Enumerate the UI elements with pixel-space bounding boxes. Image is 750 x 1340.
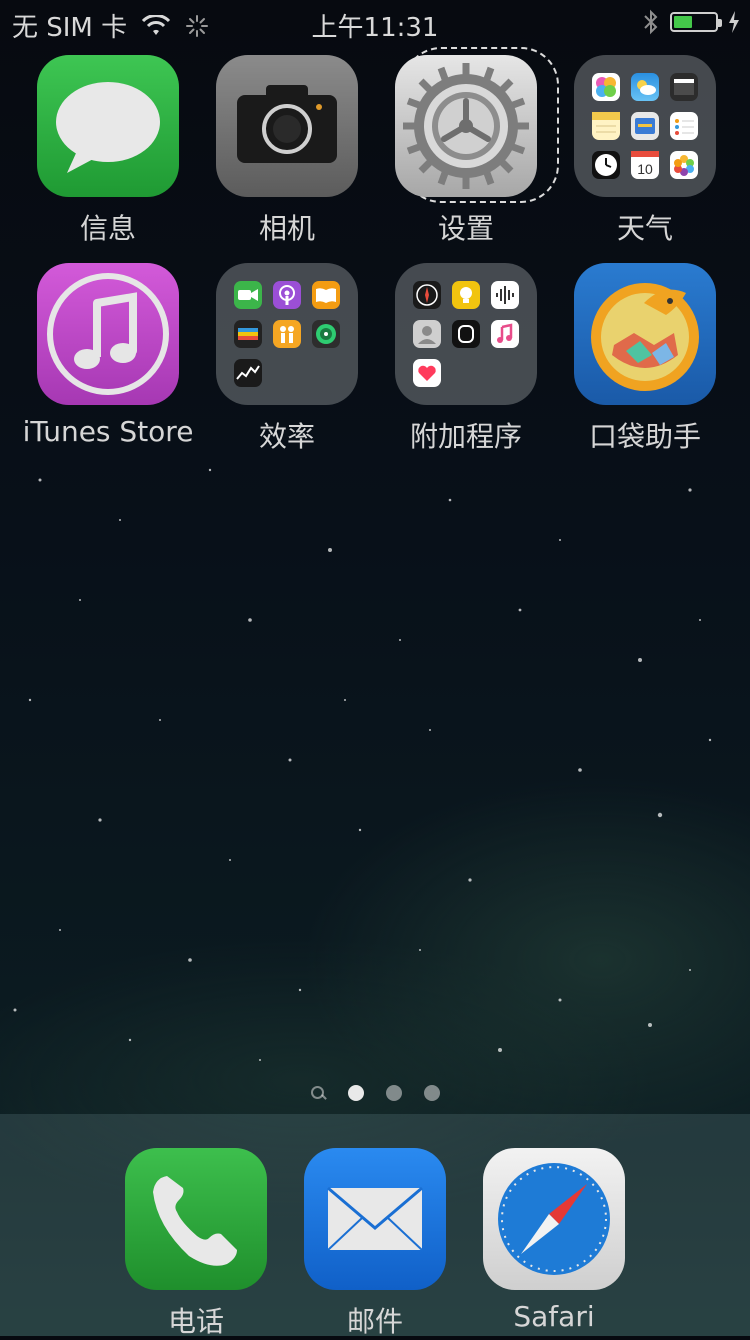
find-friends-mini-icon — [273, 320, 301, 348]
folder-extras[interactable]: 附加程序 — [376, 263, 556, 455]
health-mini-icon — [413, 359, 441, 387]
dock-label-mail: 邮件 — [346, 1305, 403, 1338]
spotlight-search-icon[interactable] — [310, 1085, 326, 1101]
svg-text:10: 10 — [637, 161, 653, 177]
calendar-mini-icon: 10 — [631, 151, 659, 179]
stocks-mini-icon — [234, 359, 262, 387]
app-settings[interactable]: 设置 — [376, 47, 559, 247]
folder-label-productivity: 效率 — [258, 420, 315, 453]
status-time: 上午11:31 — [311, 13, 439, 43]
settings-gear-icon — [395, 55, 537, 197]
page-indicator[interactable] — [0, 1085, 750, 1101]
dock-label-safari: Safari — [513, 1300, 595, 1333]
folder-icon — [395, 263, 537, 405]
folder-productivity[interactable]: 效率 — [197, 263, 377, 455]
page-dot-1[interactable] — [348, 1085, 364, 1101]
itunes-store-icon — [37, 263, 179, 405]
compass-mini-icon — [413, 281, 441, 309]
page-dot-3[interactable] — [424, 1085, 440, 1101]
folder-weather[interactable]: 10 天气 — [555, 55, 735, 247]
app-label-messages: 信息 — [79, 212, 136, 245]
phone-icon — [125, 1148, 267, 1290]
facetime-mini-icon — [234, 281, 262, 309]
dock-app-phone[interactable]: 电话 — [106, 1148, 286, 1340]
folder-icon: 10 — [574, 55, 716, 197]
status-bar: 无 SIM 卡 上午11:31 — [0, 0, 750, 44]
contacts-mini-icon — [413, 320, 441, 348]
game-center-mini-icon — [592, 73, 620, 101]
folder-icon — [216, 263, 358, 405]
dock: 电话 邮件 Safari — [0, 1114, 750, 1338]
app-itunes-store[interactable]: iTunes Store — [18, 263, 198, 448]
weather-mini-icon — [631, 73, 659, 101]
pocket-assistant-icon — [574, 263, 716, 405]
app-label-itunes-store: iTunes Store — [22, 415, 194, 448]
watch-mini-icon — [452, 320, 480, 348]
notes-mini-icon — [592, 112, 620, 140]
battery-level — [674, 16, 692, 28]
app-camera[interactable]: 相机 — [197, 55, 377, 247]
videos-mini-icon — [670, 73, 698, 101]
app-label-pocket-assistant: 口袋助手 — [588, 420, 701, 453]
camera-icon — [216, 55, 358, 197]
page-dot-2[interactable] — [386, 1085, 402, 1101]
bluetooth-icon — [644, 9, 658, 35]
passbook-mini-icon — [631, 112, 659, 140]
charging-bolt-icon — [729, 11, 739, 33]
app-label-camera: 相机 — [258, 212, 315, 245]
find-iphone-mini-icon — [312, 320, 340, 348]
music-mini-icon — [491, 320, 519, 348]
dock-app-mail[interactable]: 邮件 — [285, 1148, 465, 1340]
messages-icon — [37, 55, 179, 197]
folder-label-extras: 附加程序 — [409, 420, 522, 453]
status-right — [642, 9, 740, 35]
app-label-settings: 设置 — [437, 212, 494, 245]
battery-icon — [670, 12, 722, 32]
safari-icon — [483, 1148, 625, 1290]
dock-label-phone: 电话 — [167, 1305, 224, 1338]
podcasts-mini-icon — [273, 281, 301, 309]
voice-memos-mini-icon — [491, 281, 519, 309]
app-messages[interactable]: 信息 — [18, 55, 198, 247]
wallet-mini-icon — [234, 320, 262, 348]
folder-label-weather: 天气 — [616, 212, 673, 245]
clock-mini-icon — [592, 151, 620, 179]
dock-app-safari[interactable]: Safari — [464, 1148, 644, 1333]
mail-icon — [304, 1148, 446, 1290]
app-pocket-assistant[interactable]: 口袋助手 — [555, 263, 735, 455]
ibooks-mini-icon — [312, 281, 340, 309]
tips-mini-icon — [452, 281, 480, 309]
reminders-mini-icon — [670, 112, 698, 140]
photos-mini-icon — [670, 151, 698, 179]
